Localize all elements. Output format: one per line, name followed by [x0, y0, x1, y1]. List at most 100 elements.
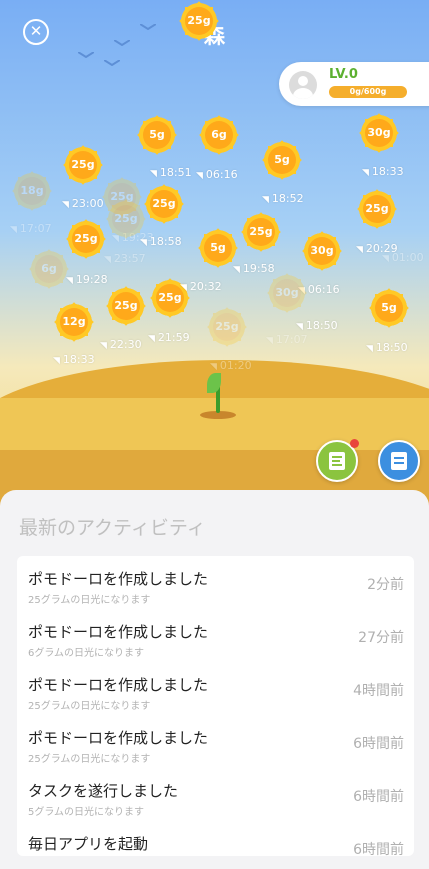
tasks-button[interactable]: [316, 439, 359, 482]
sun-time: 01:00: [391, 251, 424, 264]
sun-value: 25g: [363, 195, 391, 223]
bird-icon: ◥: [53, 356, 60, 366]
bird-icon: [114, 40, 130, 46]
sun-value: 25g: [69, 151, 97, 179]
sun-token[interactable]: 5g: [136, 114, 178, 156]
sun-token[interactable]: 30g: [358, 112, 400, 154]
activity-subtitle: 5グラムの日光になります: [28, 807, 145, 818]
sun-time-label: ◥ 18:33: [362, 165, 404, 178]
activity-row[interactable]: 毎日アプリを起動 6時間前: [17, 821, 414, 856]
bird-icon: [104, 60, 120, 66]
sun-token[interactable]: 25g: [206, 306, 248, 348]
sun-value: 25g: [72, 225, 100, 253]
sun-token[interactable]: 25g: [62, 144, 104, 186]
avatar[interactable]: [289, 71, 317, 99]
sun-token[interactable]: 30g: [266, 272, 308, 314]
activity-time: 6時間前: [353, 789, 404, 805]
sun-value: 25g: [213, 313, 241, 341]
bird-icon: ◥: [296, 322, 303, 332]
bird-icon: ◥: [100, 341, 107, 351]
sun-time-label: ◥ 17:07: [10, 222, 52, 235]
sun-time-label: ◥ 23:57: [104, 252, 146, 265]
sun-token[interactable]: 25g: [105, 285, 147, 327]
sun-time-label: ◥ 17:07: [266, 333, 308, 346]
sun-time: 18:33: [371, 165, 404, 178]
sun-time: 23:00: [71, 197, 104, 210]
sun-token[interactable]: 5g: [261, 139, 303, 181]
activity-row[interactable]: ポモドーロを作成しました 25グラムの日光になります 6時間前: [17, 715, 414, 768]
bird-icon: ◥: [362, 168, 369, 178]
sun-token[interactable]: 25g: [105, 198, 147, 240]
sun-token[interactable]: 12g: [53, 301, 95, 343]
sun-time: 21:59: [157, 331, 190, 344]
sun-value: 6g: [205, 121, 233, 149]
sun-time: 18:50: [305, 319, 338, 332]
sun-time-label: ◥ 01:00: [382, 251, 424, 264]
journal-button[interactable]: [378, 440, 420, 482]
sun-value: 25g: [185, 7, 213, 35]
checklist-icon: [329, 452, 345, 470]
sun-token[interactable]: 25g: [143, 183, 185, 225]
sun-time: 23:57: [113, 252, 146, 265]
sun-value: 5g: [375, 294, 403, 322]
sun-time-label: ◥ 23:00: [62, 197, 104, 210]
bird-icon: ◥: [266, 336, 273, 346]
bird-icon: ◥: [382, 254, 389, 264]
sun-time-label: ◥ 18:50: [366, 341, 408, 354]
sun-token[interactable]: 25g: [65, 218, 107, 260]
activity-title: ポモドーロを作成しました: [28, 570, 209, 588]
sun-token[interactable]: 25g: [356, 188, 398, 230]
sun-time-label: ◥ 18:50: [296, 319, 338, 332]
level-card[interactable]: LV.0 0g/600g: [279, 62, 429, 106]
sun-token[interactable]: 5g: [368, 287, 410, 329]
bird-icon: ◥: [148, 334, 155, 344]
level-label: LV.0: [329, 67, 358, 82]
sun-value: 25g: [247, 218, 275, 246]
bird-icon: [78, 52, 94, 58]
forest-scene: ✕ 森 LV.0 0g/600g 5g◥18:516g◥06:165g◥18:5…: [0, 0, 429, 510]
sun-value: 5g: [268, 146, 296, 174]
activity-time: 6時間前: [353, 736, 404, 752]
sun-time-label: ◥ 20:32: [180, 280, 222, 293]
activity-time: 4時間前: [353, 683, 404, 699]
bird-icon: ◥: [104, 255, 111, 265]
sun-value: 30g: [365, 119, 393, 147]
sun-value: 30g: [273, 279, 301, 307]
bird-icon: ◥: [210, 362, 217, 372]
sun-value: 25g: [150, 190, 178, 218]
sun-time: 06:16: [307, 283, 340, 296]
sun-token[interactable]: 30g: [301, 230, 343, 272]
sun-time-label: ◥19:28: [66, 273, 108, 286]
sun-time-label: ◥06:16: [196, 168, 238, 181]
bird-icon: ◥: [150, 169, 157, 179]
activity-row[interactable]: ポモドーロを作成しました 25グラムの日光になります 2分前: [17, 556, 414, 609]
level-progress-text: 0g/600g: [349, 87, 387, 96]
sun-token[interactable]: 18g: [11, 170, 53, 212]
sun-value: 25g: [112, 292, 140, 320]
sun-token[interactable]: 6g: [28, 248, 70, 290]
sun-time-label: ◥ 18:33: [53, 353, 95, 366]
activity-subtitle: 6グラムの日光になります: [28, 648, 145, 659]
sun-value: 25g: [112, 205, 140, 233]
sun-time: 06:16: [205, 168, 238, 181]
sun-value: 5g: [204, 234, 232, 262]
activity-subtitle: 25グラムの日光になります: [28, 754, 151, 765]
activity-row[interactable]: ポモドーロを作成しました 6グラムの日光になります 27分前: [17, 609, 414, 662]
sun-time: 22:30: [109, 338, 142, 351]
activity-title: 毎日アプリを起動: [28, 835, 149, 853]
activity-row[interactable]: タスクを遂行しました 5グラムの日光になります 6時間前: [17, 768, 414, 821]
sun-time: 18:58: [149, 235, 182, 248]
activity-title: ポモドーロを作成しました: [28, 729, 209, 747]
bird-icon: ◥: [62, 200, 69, 210]
sun-time: 01:20: [219, 359, 252, 372]
sun-token[interactable]: 25g: [178, 0, 220, 42]
activity-row[interactable]: ポモドーロを作成しました 25グラムの日光になります 4時間前: [17, 662, 414, 715]
activity-subtitle: 25グラムの日光になります: [28, 595, 151, 606]
sun-token[interactable]: 25g: [240, 211, 282, 253]
activity-time: 27分前: [358, 630, 404, 646]
bird-icon: ◥: [196, 171, 203, 181]
sun-token[interactable]: 6g: [198, 114, 240, 156]
activity-title: ポモドーロを作成しました: [28, 676, 209, 694]
sun-time: 18:33: [62, 353, 95, 366]
sun-value: 25g: [156, 284, 184, 312]
